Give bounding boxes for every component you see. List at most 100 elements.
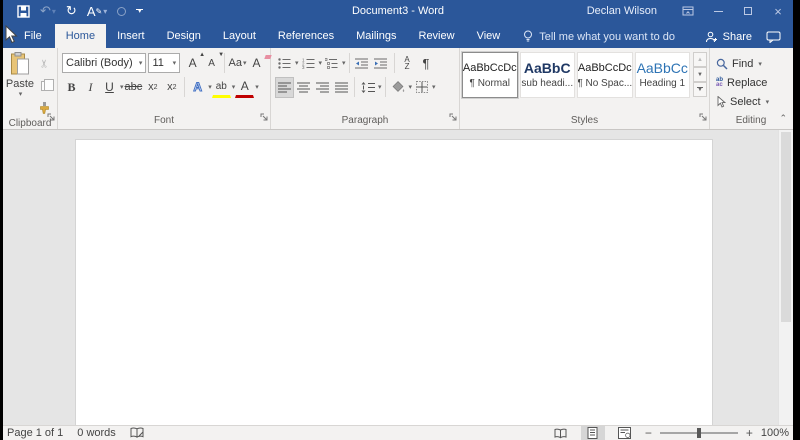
comment-icon[interactable] <box>766 31 781 43</box>
grow-font-label: A <box>189 56 197 70</box>
scrollbar-thumb[interactable] <box>781 132 791 322</box>
bullets-button[interactable] <box>275 53 294 74</box>
web-layout-button[interactable] <box>613 426 637 440</box>
cut-button[interactable]: ✂ <box>34 54 55 73</box>
style-normal[interactable]: AaBbCcDc ¶ Normal <box>462 52 518 98</box>
subscript-button[interactable]: x2 <box>143 77 162 98</box>
borders-button[interactable] <box>412 77 431 98</box>
change-case-button[interactable]: Aa▾ <box>228 53 247 74</box>
align-left-button[interactable] <box>275 77 294 98</box>
save-icon[interactable] <box>17 3 30 19</box>
style-heading-1[interactable]: AaBbCc Heading 1 <box>635 52 691 98</box>
down-arrow-icon: ▼ <box>218 52 224 58</box>
font-dialog-launcher[interactable] <box>260 108 268 126</box>
collapse-ribbon-icon[interactable]: ⌃ <box>779 113 787 124</box>
font-name-select[interactable]: Calibri (Body)▾ <box>62 53 146 73</box>
decrease-indent-button[interactable] <box>353 53 372 74</box>
clipboard-dialog-launcher[interactable] <box>47 108 55 126</box>
page-indicator[interactable]: Page 1 of 1 <box>7 427 63 439</box>
superscript-button[interactable]: x2 <box>162 77 181 98</box>
zoom-out-button[interactable]: − <box>645 426 652 440</box>
tab-design[interactable]: Design <box>156 24 212 48</box>
font-color-button[interactable]: A <box>235 77 254 98</box>
minimize-button[interactable] <box>703 0 733 22</box>
zoom-slider-thumb[interactable] <box>697 428 701 438</box>
tab-view[interactable]: View <box>466 24 512 48</box>
style-sub-heading[interactable]: AaBbC sub headi... <box>520 52 576 98</box>
ribbon-display-options-icon[interactable] <box>673 0 703 22</box>
share-button[interactable]: Share <box>705 31 752 43</box>
sort-button[interactable]: A Z <box>398 53 417 74</box>
tab-references[interactable]: References <box>267 24 345 48</box>
clear-formatting-label: A <box>252 56 260 70</box>
tab-layout[interactable]: Layout <box>212 24 267 48</box>
print-layout-button[interactable] <box>581 426 605 440</box>
dropdown-arrow-icon: ▾ <box>766 98 770 106</box>
zoom-in-button[interactable]: + <box>746 426 753 440</box>
tab-insert[interactable]: Insert <box>106 24 156 48</box>
user-name[interactable]: Declan Wilson <box>587 5 657 17</box>
strikethrough-button[interactable]: abc <box>124 77 144 98</box>
line-spacing-button[interactable] <box>358 77 377 98</box>
word-count[interactable]: 0 words <box>77 427 116 439</box>
status-bar: Page 1 of 1 0 words − + 100% <box>3 425 793 440</box>
font-name-value: Calibri (Body) <box>66 57 133 69</box>
tell-me-box[interactable]: Tell me what you want to do <box>523 30 675 48</box>
close-button[interactable]: × <box>763 0 793 22</box>
dropdown-arrow-icon[interactable]: ▾ <box>342 59 346 67</box>
styles-scroll-down-icon[interactable]: ▼ <box>693 67 707 82</box>
bold-button[interactable]: B <box>62 77 81 98</box>
paste-button[interactable]: Paste ▾ <box>5 51 35 118</box>
tab-mailings[interactable]: Mailings <box>345 24 407 48</box>
touch-mode-icon[interactable] <box>117 3 126 19</box>
italic-button[interactable]: I <box>81 77 100 98</box>
dropdown-arrow-icon[interactable]: ▾ <box>378 83 382 91</box>
align-right-button[interactable] <box>313 77 332 98</box>
shrink-font-button[interactable]: A▼ <box>202 53 221 74</box>
font-size-value: 11 <box>152 57 163 69</box>
shading-button[interactable] <box>389 77 408 98</box>
dropdown-arrow-icon[interactable]: ▾ <box>255 83 259 91</box>
justify-icon <box>335 82 348 93</box>
undo-icon[interactable]: ↶▾ <box>40 3 56 19</box>
style-pen-icon[interactable]: A✎▾ <box>87 3 107 19</box>
vertical-scrollbar[interactable] <box>778 130 793 425</box>
styles-dialog-launcher[interactable] <box>699 108 707 126</box>
align-center-button[interactable] <box>294 77 313 98</box>
maximize-button[interactable] <box>733 0 763 22</box>
style-name: sub headi... <box>521 78 573 89</box>
text-effects-button[interactable]: A <box>188 77 207 98</box>
redo-icon[interactable]: ↻ <box>66 3 77 19</box>
find-button[interactable]: Find ▾ <box>716 55 786 72</box>
styles-group-label: Styles <box>571 115 598 126</box>
zoom-slider[interactable] <box>660 432 738 434</box>
copy-button[interactable] <box>35 75 54 96</box>
styles-more-icon[interactable]: ▼ <box>693 82 707 97</box>
replace-button[interactable]: abac Replace <box>716 74 786 91</box>
highlight-color-button[interactable]: ab <box>212 77 231 98</box>
customize-qat-icon[interactable]: ▾ <box>136 3 143 19</box>
justify-button[interactable] <box>332 77 351 98</box>
document-page[interactable] <box>75 139 713 425</box>
clear-formatting-button[interactable]: A <box>247 53 266 74</box>
show-marks-button[interactable]: ¶ <box>417 53 436 74</box>
numbering-icon: 123 <box>302 58 315 69</box>
multilevel-list-button[interactable] <box>322 53 341 74</box>
zoom-level[interactable]: 100% <box>761 427 789 439</box>
paragraph-dialog-launcher[interactable] <box>449 108 457 126</box>
numbering-button[interactable]: 123 <box>299 53 318 74</box>
tab-home[interactable]: Home <box>55 24 106 48</box>
select-button[interactable]: Select ▾ <box>716 93 786 110</box>
underline-button[interactable]: U <box>100 77 119 98</box>
dropdown-arrow-icon: ▾ <box>758 60 762 68</box>
style-no-spacing[interactable]: AaBbCcDc ¶ No Spac... <box>577 52 633 98</box>
font-size-select[interactable]: 11▾ <box>148 53 180 73</box>
grow-font-button[interactable]: A▲ <box>183 53 202 74</box>
proofing-icon[interactable] <box>130 427 145 439</box>
dropdown-arrow-icon[interactable]: ▾ <box>432 83 436 91</box>
dropdown-arrow-icon: ▾ <box>243 59 247 67</box>
read-mode-button[interactable] <box>549 426 573 440</box>
styles-scroll-up-icon[interactable]: ▲ <box>693 52 707 67</box>
tab-review[interactable]: Review <box>408 24 466 48</box>
increase-indent-button[interactable] <box>372 53 391 74</box>
